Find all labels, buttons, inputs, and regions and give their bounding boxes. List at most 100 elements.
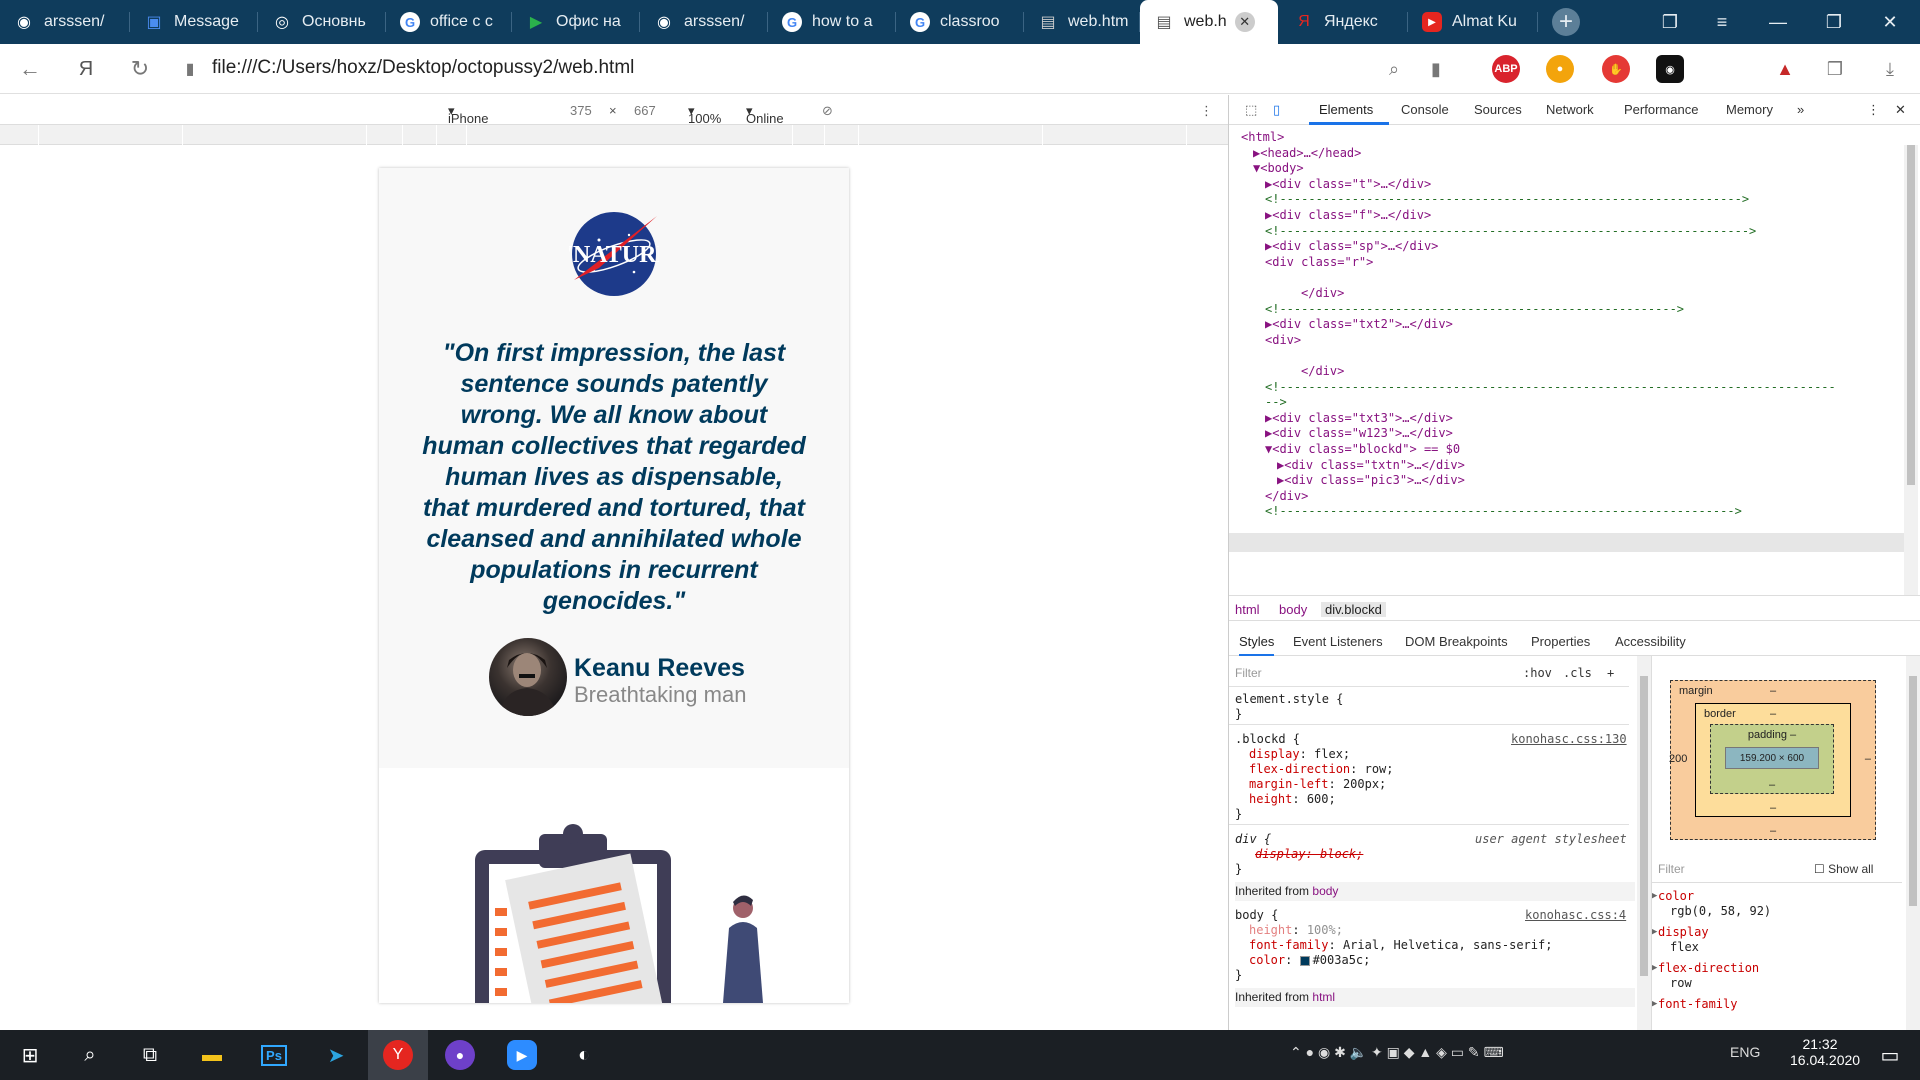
dom-tree[interactable]: <html> ▶<head>…</head> ▼<body> ▶<div class=… xyxy=(1229,125,1905,595)
rotate-icon[interactable]: ⊘ xyxy=(822,103,833,119)
dom-node[interactable]: ▶<head>…</head> xyxy=(1253,145,1361,161)
body-rule-source[interactable]: konohasc.css:4 xyxy=(1525,908,1626,923)
tray-icons[interactable]: ⌃ ● ◉ ✱ 🔈 ✦ ▣ ◆ ▲ ◈ ▭ ✎ ⌨ xyxy=(1290,1044,1504,1061)
hov-button[interactable]: :hov xyxy=(1523,666,1552,681)
tab-elements[interactable]: Elements xyxy=(1319,102,1373,117)
css-declaration[interactable]: margin-left: 200px; xyxy=(1249,777,1386,792)
language-indicator[interactable]: ENG xyxy=(1730,1044,1760,1060)
css-declaration[interactable]: height: 600; xyxy=(1249,792,1336,807)
tab-network[interactable]: Network xyxy=(1546,102,1594,117)
browser-tab[interactable]: ▤ web.htm xyxy=(1024,0,1140,44)
browser-tab[interactable]: ▶ Офис на xyxy=(512,0,640,44)
reload-button[interactable]: ↻ xyxy=(120,44,160,94)
clock[interactable]: 21:32 16.04.2020 xyxy=(1790,1036,1860,1068)
dom-node[interactable]: </div> xyxy=(1301,363,1344,379)
close-tab-icon[interactable]: ✕ xyxy=(1234,12,1255,32)
dom-node[interactable]: ▶<div class="txt3">…</div> xyxy=(1265,410,1453,426)
restore-button[interactable]: ❐ xyxy=(1812,0,1856,44)
yandex-button[interactable]: Я xyxy=(66,44,106,94)
browser-tab[interactable]: ▶ Almat Ku xyxy=(1408,0,1538,44)
notifications-button[interactable]: ▭ xyxy=(1860,1030,1920,1080)
browser-tab[interactable]: ◎ Основнь xyxy=(258,0,386,44)
browser-tab[interactable]: Ghow to a xyxy=(768,0,896,44)
styles-scrollbar[interactable] xyxy=(1637,656,1651,1030)
dom-node[interactable]: <div> xyxy=(1265,332,1301,348)
dom-node[interactable]: ▶<div class="txt2">…</div> xyxy=(1265,316,1453,332)
dom-node[interactable]: ▼<div class="blockd"> == $0 xyxy=(1265,441,1460,457)
computed-property[interactable]: ▶ color rgb(0, 58, 92) xyxy=(1652,889,1771,919)
downloads-button[interactable]: ⤓ xyxy=(1870,44,1910,94)
menu-button[interactable]: ≡ xyxy=(1700,0,1744,44)
breadcrumb-html[interactable]: html xyxy=(1235,602,1260,617)
emulated-page[interactable]: VNATURE "On first impression, the last s… xyxy=(379,168,849,1003)
css-declaration[interactable]: display: flex; xyxy=(1249,747,1350,762)
search-button[interactable]: ⌕ xyxy=(60,1030,120,1080)
subtab-accessibility[interactable]: Accessibility xyxy=(1615,634,1686,649)
steam-button[interactable]: ◐ xyxy=(554,1030,614,1080)
subtab-styles[interactable]: Styles xyxy=(1239,634,1275,656)
inspect-icon[interactable]: ⬚ xyxy=(1245,102,1257,118)
subtab-properties[interactable]: Properties xyxy=(1531,634,1590,649)
explorer-button[interactable]: ▬ xyxy=(182,1030,242,1080)
photoshop-button[interactable]: Ps xyxy=(244,1030,304,1080)
browser-tab[interactable]: Goffice с с xyxy=(386,0,512,44)
color-swatch[interactable] xyxy=(1299,955,1310,966)
subtab-dom-breakpoints[interactable]: DOM Breakpoints xyxy=(1405,634,1508,649)
browser-tab[interactable]: ◉ arsssen/ xyxy=(640,0,768,44)
start-button[interactable]: ⊞ xyxy=(0,1030,60,1080)
element-style-rule[interactable]: element.style { xyxy=(1235,692,1343,707)
dom-node[interactable]: ▶<div class="f">…</div> xyxy=(1265,207,1431,223)
padding-box[interactable]: padding – – 159.200 × 600 xyxy=(1710,724,1834,794)
device-toggle-icon[interactable]: ▯ xyxy=(1273,102,1280,118)
computed-property[interactable]: ▶ font-family xyxy=(1652,997,1737,1012)
tab-memory[interactable]: Memory xyxy=(1726,102,1773,117)
adblock-extension[interactable]: ABP xyxy=(1492,55,1520,83)
dom-node[interactable]: </div> xyxy=(1265,488,1308,504)
tabs-overview-button[interactable]: ❐ xyxy=(1648,0,1692,44)
styles-filter[interactable]: Filter xyxy=(1235,666,1262,681)
dom-node[interactable]: </div> xyxy=(1301,285,1344,301)
stop-extension[interactable]: ✋ xyxy=(1602,55,1630,83)
dom-node[interactable]: ▼<body> xyxy=(1253,160,1304,176)
more-options-icon[interactable]: ⋮ xyxy=(1200,103,1213,119)
content-box[interactable]: 159.200 × 600 xyxy=(1725,747,1819,769)
minimize-button[interactable]: — xyxy=(1756,0,1800,44)
computed-property[interactable]: ▶ flex-direction row xyxy=(1652,961,1759,991)
zoom-select[interactable]: 100% ▾ xyxy=(688,103,721,126)
settings-menu-icon[interactable]: ⋮ xyxy=(1867,102,1880,118)
dom-comment[interactable]: <!--------------------------------------… xyxy=(1265,379,1836,395)
task-view-button[interactable]: ⧉ xyxy=(120,1030,180,1080)
inherited-link[interactable]: html xyxy=(1312,990,1335,1004)
computed-scrollbar[interactable] xyxy=(1906,656,1920,1030)
device-select[interactable]: iPhone 6/7/8 ▾ xyxy=(448,103,488,141)
device-height[interactable]: 667 xyxy=(634,103,656,118)
browser-tab-active[interactable]: ▤ web.h ✕ xyxy=(1140,0,1278,44)
dom-comment[interactable]: <!--------------------------------------… xyxy=(1265,301,1684,317)
close-window-button[interactable]: ✕ xyxy=(1868,0,1912,44)
extension-yellow[interactable]: ● xyxy=(1546,55,1574,83)
dom-node[interactable]: ▶<div class="w123">…</div> xyxy=(1265,425,1453,441)
browser-tab[interactable]: Я Яндекс xyxy=(1280,0,1408,44)
search-page-button[interactable]: ⌕ xyxy=(1374,44,1414,94)
telegram-button[interactable]: ➤ xyxy=(306,1030,366,1080)
dom-comment[interactable]: <!--------------------------------------… xyxy=(1265,503,1742,519)
dom-node[interactable]: ▶<div class="txtn">…</div> xyxy=(1277,457,1465,473)
more-tabs-icon[interactable]: » xyxy=(1797,102,1804,117)
zoom-button[interactable]: ▶ xyxy=(492,1030,552,1080)
margin-box[interactable]: margin – 200 – – border – – padding – – … xyxy=(1669,680,1876,840)
overridden-display[interactable]: display: block; xyxy=(1255,847,1363,862)
url-field[interactable]: file:///C:/Users/hoxz/Desktop/octopussy2… xyxy=(212,57,634,79)
tab-console[interactable]: Console xyxy=(1401,102,1449,117)
div-rule-selector[interactable]: div { xyxy=(1235,832,1271,847)
browser-tab[interactable]: ▣ Message xyxy=(130,0,258,44)
page-info-button[interactable]: ▮ xyxy=(170,44,210,94)
dom-node[interactable]: <div class="r"> xyxy=(1265,254,1373,270)
dom-comment[interactable]: --> xyxy=(1265,394,1287,410)
blockd-rule-selector[interactable]: .blockd { xyxy=(1235,732,1300,747)
border-box[interactable]: border – – padding – – 159.200 × 600 xyxy=(1695,703,1851,817)
expand-icon[interactable]: ▶ xyxy=(1652,889,1657,904)
breadcrumb-body[interactable]: body xyxy=(1279,602,1307,617)
dom-scrollbar[interactable] xyxy=(1904,145,1918,595)
close-devtools-icon[interactable]: ✕ xyxy=(1895,102,1906,118)
blockd-rule-source[interactable]: konohasc.css:130 xyxy=(1511,732,1627,747)
